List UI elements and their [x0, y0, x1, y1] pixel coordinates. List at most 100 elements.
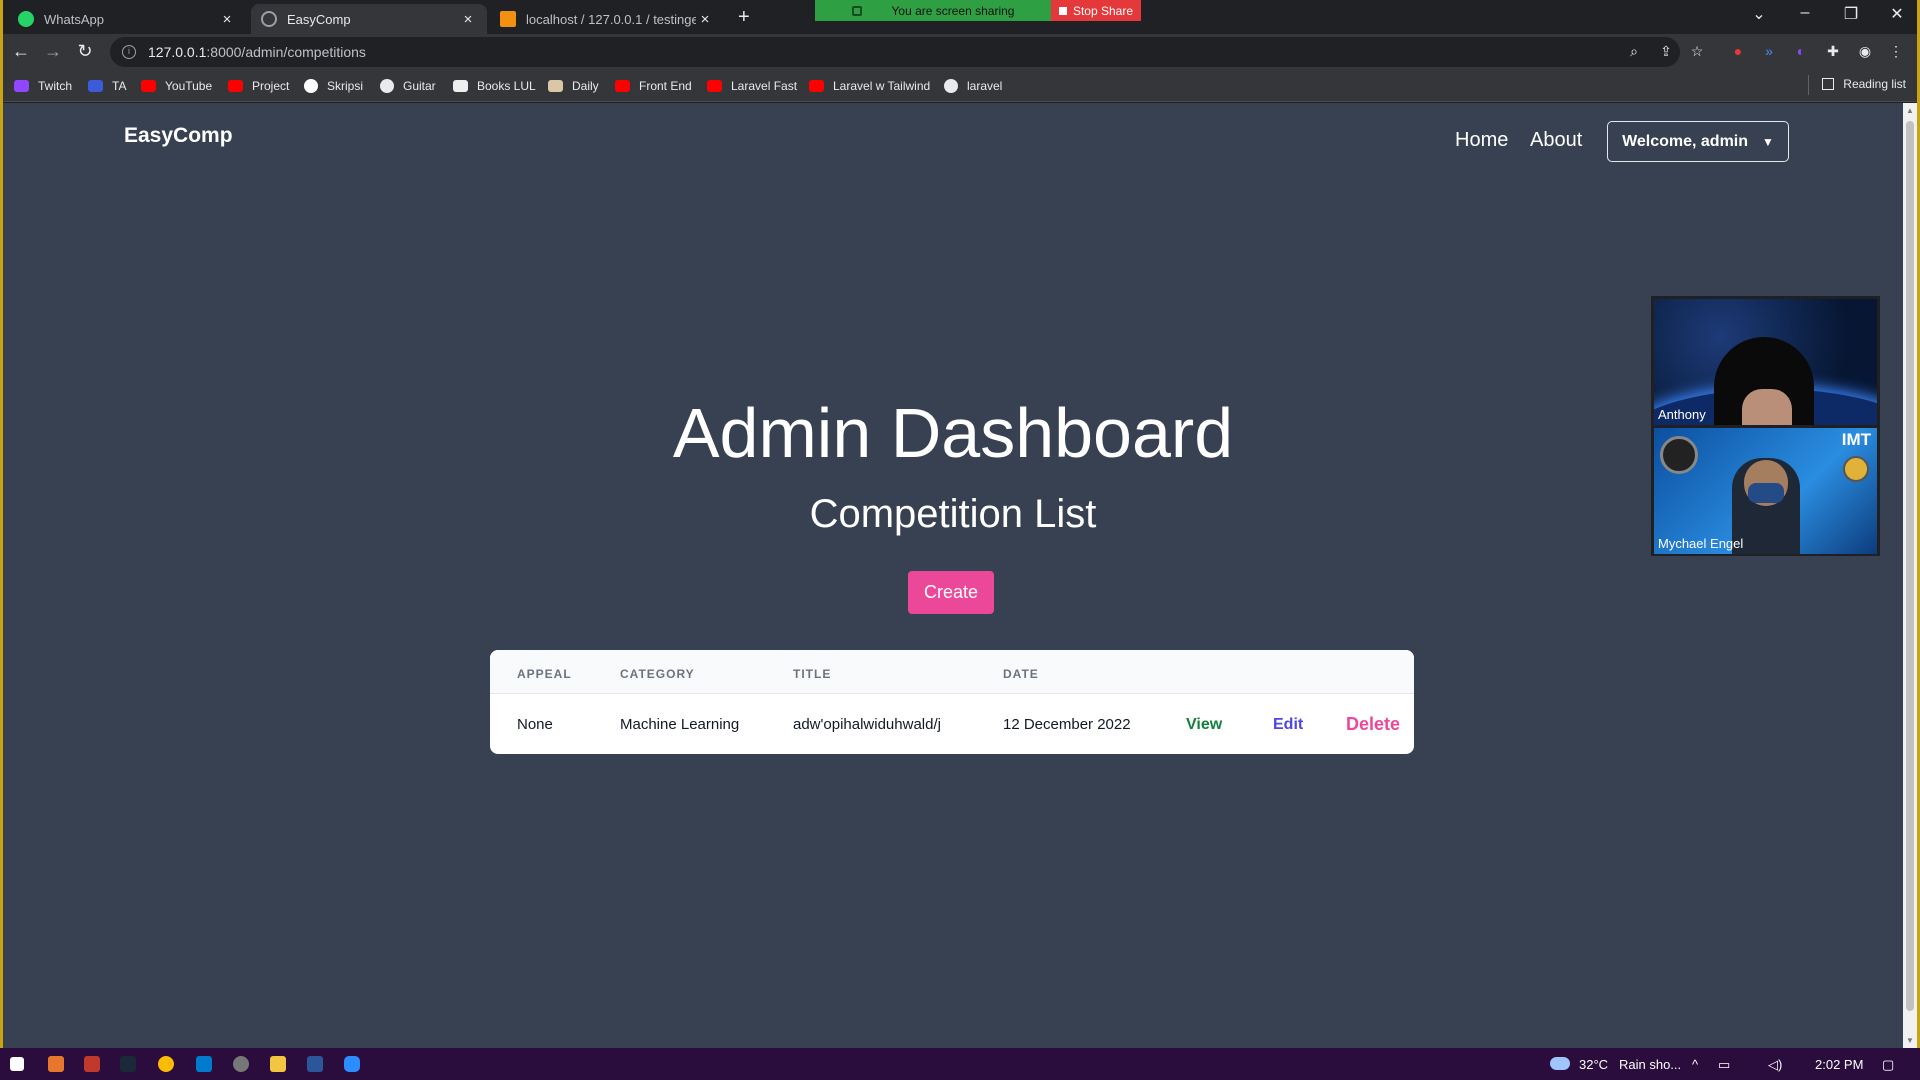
share-icon[interactable]: ⇪: [1656, 43, 1676, 60]
clock[interactable]: 2:02 PM: [1815, 1057, 1863, 1072]
bookmark-project[interactable]: Project: [228, 77, 289, 95]
windows-start-icon[interactable]: [10, 1057, 24, 1071]
cell-date: 12 December 2022: [1003, 716, 1131, 733]
volume-icon[interactable]: ◁): [1768, 1057, 1782, 1073]
delete-link[interactable]: Delete: [1346, 714, 1400, 735]
github-icon: [944, 79, 958, 93]
url-host: 127.0.0.1: [148, 44, 207, 60]
reading-list-button[interactable]: Reading list: [1822, 77, 1906, 91]
close-tab-icon[interactable]: ×: [459, 11, 477, 28]
scroll-up-icon[interactable]: ▲: [1905, 106, 1915, 115]
profile-avatar-icon[interactable]: ◉: [1855, 43, 1875, 60]
bookmark-guitar[interactable]: Guitar: [380, 77, 436, 95]
shield-icon: [851, 5, 862, 16]
bookmark-laravel-w-tailwind[interactable]: Laravel w Tailwind: [809, 77, 930, 95]
xampp-icon[interactable]: [48, 1056, 64, 1072]
tab-search-icon[interactable]: ⌄: [1744, 4, 1774, 24]
dark-mode-icon[interactable]: ◐: [1791, 43, 1811, 59]
tab-phpmyadmin[interactable]: localhost / 127.0.0.1 / testingeasy ×: [490, 4, 724, 34]
site-info-icon[interactable]: i: [122, 45, 136, 59]
close-tab-icon[interactable]: ×: [218, 11, 236, 28]
share-border-left: [0, 0, 3, 1080]
network-icon[interactable]: ▭: [1718, 1057, 1730, 1073]
bookmark-ta[interactable]: TA: [88, 77, 126, 95]
bookmark-laravel[interactable]: laravel: [944, 77, 1002, 95]
calendar-icon: [88, 80, 103, 92]
brand-logo[interactable]: EasyComp: [124, 124, 233, 148]
close-window-icon[interactable]: ✕: [1882, 4, 1912, 24]
create-competition-button[interactable]: Create: [908, 571, 994, 614]
bookmark-label: Project: [252, 79, 290, 93]
app-red-icon[interactable]: [84, 1056, 100, 1072]
bookmarks-bar: Twitch TA YouTube Project Skripsi Guitar…: [0, 70, 1920, 102]
weather-text[interactable]: Rain sho...: [1619, 1057, 1681, 1072]
zoom-icon[interactable]: ⌕: [1624, 43, 1644, 60]
scrollbar-thumb[interactable]: [1906, 121, 1914, 1011]
bookmark-laravel-fast[interactable]: Laravel Fast: [707, 77, 797, 95]
tab-whatsapp[interactable]: WhatsApp ×: [8, 4, 246, 34]
bookmark-skripsi[interactable]: Skripsi: [304, 77, 363, 95]
bookmark-daily[interactable]: Daily: [548, 77, 599, 95]
steam-icon[interactable]: [120, 1056, 136, 1072]
temperature[interactable]: 32°C: [1579, 1057, 1608, 1072]
participant-name: Mychael Engel: [1658, 536, 1744, 551]
tray-chevron-icon[interactable]: ^: [1692, 1057, 1698, 1072]
restore-icon[interactable]: ❐: [1836, 4, 1866, 24]
tab-label: EasyComp: [287, 11, 351, 27]
reload-icon[interactable]: ↻: [74, 42, 96, 60]
bookmark-label: YouTube: [165, 79, 213, 93]
whatsapp-icon: [18, 11, 34, 27]
chrome-icon[interactable]: [158, 1056, 174, 1072]
tab-label: localhost / 127.0.0.1 / testingeasy: [526, 11, 696, 27]
file-explorer-icon[interactable]: [270, 1056, 286, 1072]
view-link[interactable]: View: [1186, 716, 1222, 734]
bookmark-youtube[interactable]: YouTube: [141, 77, 212, 95]
participant-video-anthony[interactable]: Anthony: [1654, 299, 1877, 425]
word-icon[interactable]: [307, 1056, 323, 1072]
competitions-table: APPEAL CATEGORY TITLE DATE None Machine …: [490, 650, 1414, 754]
bookmark-books-lul[interactable]: Books LUL: [453, 77, 536, 95]
emblem-icon: [1843, 456, 1869, 482]
bookmark-front-end[interactable]: Front End: [615, 77, 692, 95]
zoom-app-icon[interactable]: [344, 1056, 360, 1072]
google-icon: [304, 79, 318, 93]
bookmark-twitch[interactable]: Twitch: [14, 77, 72, 95]
app-gray-icon[interactable]: [233, 1056, 249, 1072]
vscode-icon[interactable]: [196, 1056, 212, 1072]
scroll-down-icon[interactable]: ▼: [1905, 1036, 1915, 1045]
close-tab-icon[interactable]: ×: [696, 11, 714, 28]
video-call-panel[interactable]: Anthony IMT Mychael Engel: [1651, 296, 1880, 556]
ublock-icon[interactable]: ●: [1728, 43, 1748, 59]
browser-toolbar: ← → ↻ i 127.0.0.1 :8000/admin/competitio…: [0, 34, 1920, 70]
page-scrollbar[interactable]: ▲ ▼: [1903, 103, 1917, 1048]
participant-name: Anthony: [1658, 407, 1706, 422]
daily-icon: [548, 80, 563, 92]
column-header-category: CATEGORY: [620, 667, 695, 681]
user-menu-dropdown[interactable]: Welcome, admin ▼: [1607, 121, 1789, 162]
extension-wave-icon[interactable]: »: [1759, 43, 1779, 59]
youtube-icon: [615, 80, 630, 92]
youtube-icon: [141, 80, 156, 92]
edit-link[interactable]: Edit: [1273, 716, 1303, 734]
extensions-puzzle-icon[interactable]: ✚: [1823, 43, 1843, 60]
column-header-appeal: APPEAL: [517, 667, 572, 681]
participant-face: [1742, 389, 1792, 425]
bookmark-star-icon[interactable]: ☆: [1687, 43, 1707, 60]
tab-easycomp[interactable]: EasyComp ×: [251, 4, 487, 34]
stop-icon: [1058, 6, 1067, 15]
minimize-icon[interactable]: –: [1790, 4, 1820, 22]
reading-list-label: Reading list: [1843, 77, 1906, 91]
address-bar[interactable]: i 127.0.0.1 :8000/admin/competitions: [110, 37, 1680, 67]
forward-icon[interactable]: →: [42, 42, 64, 60]
menu-kebab-icon[interactable]: ⋮: [1886, 43, 1906, 60]
nav-about-link[interactable]: About: [1530, 129, 1582, 152]
screen-share-banner: You are screen sharing: [815, 0, 1051, 21]
cell-category: Machine Learning: [620, 716, 740, 733]
stop-share-button[interactable]: Stop Share: [1051, 0, 1141, 21]
participant-video-mychael[interactable]: IMT Mychael Engel: [1654, 428, 1877, 554]
bookmark-label: Laravel w Tailwind: [833, 79, 931, 93]
new-tab-button[interactable]: +: [738, 6, 750, 29]
back-icon[interactable]: ←: [10, 42, 32, 60]
notifications-icon[interactable]: ▢: [1882, 1057, 1894, 1073]
nav-home-link[interactable]: Home: [1455, 129, 1508, 152]
